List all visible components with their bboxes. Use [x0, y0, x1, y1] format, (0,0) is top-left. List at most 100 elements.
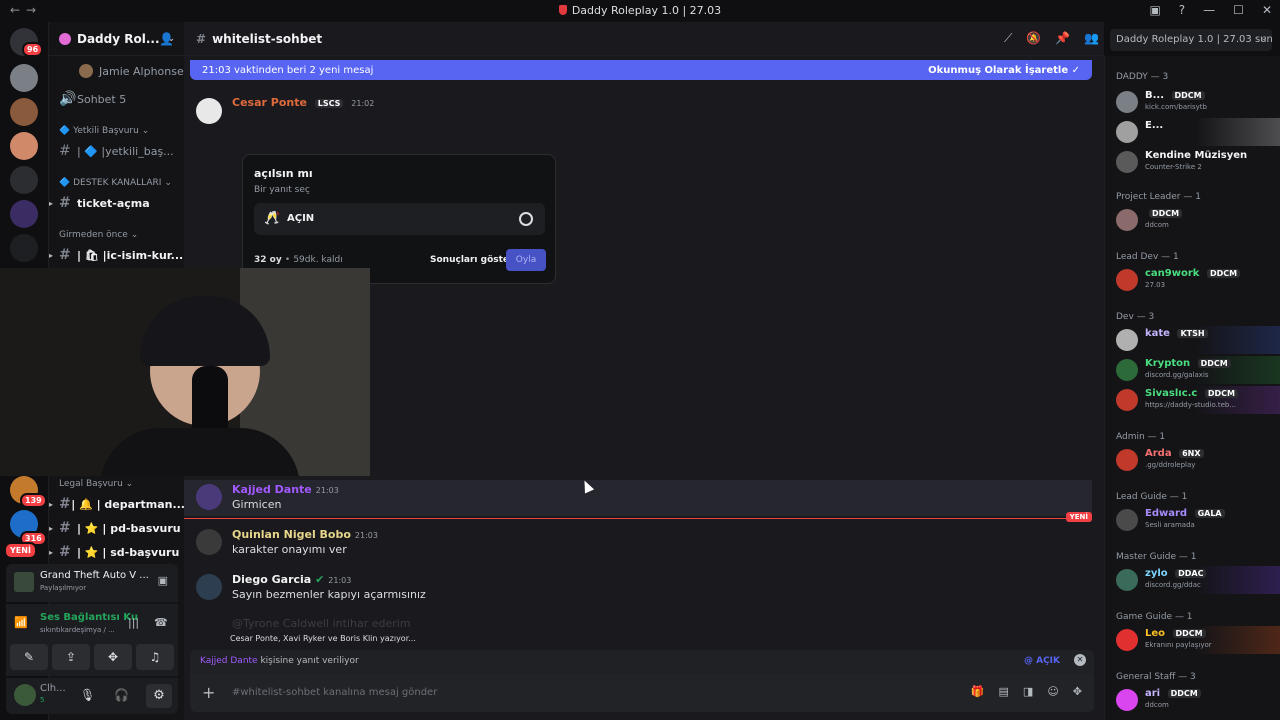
- window-title: Daddy Roleplay 1.0 | 27.03: [0, 4, 1280, 17]
- channel-yetkili-basvuru[interactable]: # | 🔷 |yetkili_baş...: [49, 140, 185, 162]
- pin-icon[interactable]: 📌: [1055, 31, 1070, 46]
- member-item[interactable]: Krypton DDCM discord.gg/galaxis: [1105, 356, 1280, 384]
- server-icon[interactable]: [10, 166, 38, 194]
- activity-panel[interactable]: Grand Theft Auto V ... Paylaşılmıyor ▣: [6, 564, 178, 602]
- avatar[interactable]: [196, 98, 222, 124]
- server-icon: [59, 32, 71, 45]
- maximize-button[interactable]: ☐: [1233, 3, 1244, 17]
- voice-user[interactable]: Jamie Alphonse: [49, 60, 185, 82]
- member-group-header: Lead Dev — 1: [1116, 252, 1179, 262]
- member-item[interactable]: DDCM ddcom: [1105, 206, 1280, 234]
- member-item[interactable]: Edward GALA Sesli aramada: [1105, 506, 1280, 534]
- member-item[interactable]: kate KTSH: [1105, 326, 1280, 354]
- typing-indicator: Cesar Ponte, Xavi Ryker ve Boris Klin ya…: [230, 634, 416, 643]
- mark-as-read-button[interactable]: Okunmuş Olarak İşaretle ✓: [928, 65, 1080, 76]
- username: Clh...: [40, 683, 66, 694]
- vote-button[interactable]: Oyla: [506, 249, 546, 271]
- category-yetkili-basvuru[interactable]: 🔷 Yetkili Başvuru ⌄: [59, 126, 149, 136]
- channel-departman[interactable]: ▸ # | 🔔 | departman...: [49, 493, 185, 515]
- activities-icon[interactable]: ✥: [94, 644, 132, 670]
- app-logo-icon: [558, 5, 567, 15]
- signal-icon: 📶: [14, 616, 28, 629]
- inbox-icon[interactable]: ▣: [1149, 3, 1160, 17]
- member-list: DADDY — 3 B... DDCM kick.com/barisytb E..…: [1104, 56, 1280, 720]
- channel-sd-basvuru[interactable]: ▸ # | ⭐ | sd-başvuru: [49, 541, 185, 563]
- member-item[interactable]: ari DDCM ddcom: [1105, 686, 1280, 714]
- poll: açılsın mı Bir yanıt seç 🥂 AÇIN 32 oy • …: [242, 154, 556, 284]
- close-reply-icon[interactable]: ✕: [1074, 654, 1086, 666]
- screen-share-icon[interactable]: ▣: [158, 574, 168, 587]
- message: Cesar Ponte LSCS 21:02 açılsın mı Bir ya…: [194, 94, 1094, 294]
- notifications-icon[interactable]: 🔕: [1026, 31, 1041, 46]
- invite-icon[interactable]: 👤: [159, 32, 174, 46]
- search-input[interactable]: Daddy Roleplay 1.0 | 27.03 sunucu...⌕: [1110, 29, 1272, 51]
- voice-panel: 📶 Ses Bağlantısı Ku sıkıntıkardeşimya / …: [6, 604, 178, 676]
- emoji-icon[interactable]: ☺: [1047, 685, 1058, 698]
- category-legal-basvuru[interactable]: Legal Başvuru ⌄: [59, 479, 133, 489]
- avatar[interactable]: [196, 574, 222, 600]
- message-author[interactable]: Kajjed Dante 21:03: [232, 483, 339, 496]
- member-item[interactable]: B... DDCM kick.com/barisytb: [1105, 88, 1280, 116]
- show-results-button[interactable]: Sonuçları göster: [430, 255, 513, 265]
- server-icon[interactable]: [10, 132, 38, 160]
- server-header[interactable]: Daddy Rol... ⌄ 👤: [49, 22, 184, 56]
- avatar: [1116, 509, 1138, 531]
- member-item[interactable]: Kendine Müzisyen Counter-Strike 2: [1105, 148, 1280, 176]
- channel-ticket-acma[interactable]: ▸ # ticket-açma: [49, 192, 185, 214]
- avatar[interactable]: [196, 529, 222, 555]
- member-item[interactable]: Leo DDCM Ekranını paylaşıyor: [1105, 626, 1280, 654]
- poll-option[interactable]: 🥂 AÇIN: [254, 203, 545, 235]
- voice-channel-sohbet-5[interactable]: 🔊 Sohbet 5: [49, 88, 185, 110]
- avatar[interactable]: [14, 684, 36, 706]
- voice-connection-title: Ses Bağlantısı Ku: [40, 612, 139, 623]
- avatar[interactable]: [196, 484, 222, 510]
- channel-pd-basvuru[interactable]: ▸ # | ⭐ | pd-basvuru: [49, 517, 185, 539]
- noise-icon[interactable]: |||: [128, 616, 139, 629]
- channel-ic-isim[interactable]: ▸ # | 🛍 |ic-isim-kur...: [49, 244, 185, 266]
- gif-icon[interactable]: ▤: [999, 685, 1009, 698]
- close-button[interactable]: ✕: [1262, 3, 1272, 17]
- new-messages-bar[interactable]: 21:03 vaktinden beri 2 yeni mesaj Okunmu…: [190, 60, 1092, 80]
- message-author[interactable]: Diego Garcia ✔ 21:03: [232, 573, 351, 586]
- message-author[interactable]: Quinlan Nigel Bobo 21:03: [232, 528, 378, 541]
- help-icon[interactable]: ?: [1179, 3, 1185, 17]
- caret-icon: ▸: [49, 523, 54, 533]
- camera-off-icon[interactable]: ✎: [10, 644, 48, 670]
- server-icon[interactable]: [10, 64, 38, 92]
- member-item[interactable]: E...: [1105, 118, 1280, 146]
- member-group-header: Dev — 3: [1116, 312, 1155, 322]
- member-item[interactable]: can9work DDCM 27.03: [1105, 266, 1280, 294]
- category-girmeden-once[interactable]: Girmeden önce ⌄: [59, 230, 138, 240]
- new-unread-pill[interactable]: YENİ: [4, 542, 37, 559]
- message-author[interactable]: Cesar Ponte LSCS 21:02: [232, 96, 374, 109]
- mention-toggle[interactable]: @ AÇIK: [1024, 656, 1060, 666]
- settings-gear-icon[interactable]: ⚙: [146, 684, 172, 708]
- server-icon[interactable]: [10, 98, 38, 126]
- member-list-icon[interactable]: 👥: [1084, 31, 1099, 46]
- avatar: [1116, 629, 1138, 651]
- mic-icon[interactable]: 🎙: [80, 688, 95, 702]
- message: Diego Garcia ✔ 21:03 Sayın bezmenler kapı…: [194, 572, 1094, 604]
- apps-icon[interactable]: ✥: [1073, 685, 1082, 698]
- headphones-icon[interactable]: 🎧: [114, 688, 129, 702]
- screen-share-button[interactable]: ⇪: [52, 644, 90, 670]
- avatar: [1116, 359, 1138, 381]
- disconnect-icon[interactable]: ☎: [154, 616, 168, 629]
- add-attachment-icon[interactable]: +: [202, 683, 215, 702]
- category-destek[interactable]: 🔷 DESTEK KANALLARI ⌄: [59, 178, 172, 188]
- avatar: [1116, 569, 1138, 591]
- sticker-icon[interactable]: ◨: [1023, 685, 1033, 698]
- member-item[interactable]: Sivaslıc.c DDCM https://daddy-studio.teb.…: [1105, 386, 1280, 414]
- member-item[interactable]: Arda 6NX .gg/ddroleplay: [1105, 446, 1280, 474]
- gift-icon[interactable]: 🎁: [971, 685, 985, 698]
- soundboard-icon[interactable]: ♫: [136, 644, 174, 670]
- threads-icon[interactable]: ⟋: [1004, 31, 1012, 46]
- message-input[interactable]: #whitelist-sohbet kanalına mesaj gönder: [232, 687, 437, 698]
- avatar: [1116, 329, 1138, 351]
- member-group-header: Game Guide — 1: [1116, 612, 1193, 622]
- radio-button[interactable]: [519, 212, 533, 226]
- folder-icon[interactable]: [10, 234, 38, 262]
- member-item[interactable]: zylo DDAC discord.gg/ddac: [1105, 566, 1280, 594]
- server-icon[interactable]: [10, 200, 38, 228]
- minimize-button[interactable]: —: [1203, 3, 1215, 17]
